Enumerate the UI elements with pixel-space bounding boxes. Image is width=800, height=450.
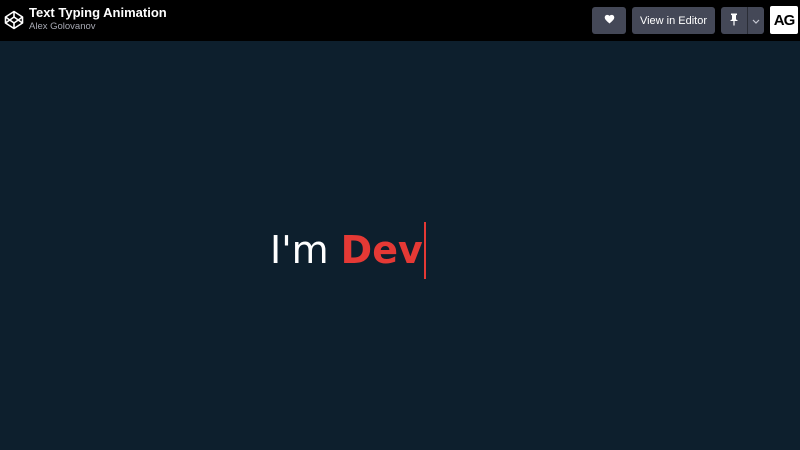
pen-title-block: Text Typing Animation Alex Golovanov <box>29 6 167 32</box>
codepen-logo-icon[interactable] <box>4 10 24 30</box>
pin-dropdown-button[interactable] <box>747 7 764 34</box>
pin-button[interactable] <box>721 7 747 34</box>
heart-button[interactable] <box>592 7 626 34</box>
pen-title[interactable]: Text Typing Animation <box>29 6 167 19</box>
view-in-editor-button[interactable]: View in Editor <box>632 7 715 34</box>
typing-cursor <box>423 221 426 279</box>
pen-author[interactable]: Alex Golovanov <box>29 22 167 32</box>
avatar[interactable]: AG <box>770 6 798 34</box>
pin-icon <box>729 13 739 29</box>
top-bar: Text Typing Animation Alex Golovanov Vie… <box>0 0 800 41</box>
chevron-down-icon <box>752 15 760 27</box>
static-text: I'm <box>270 228 329 272</box>
typing-text: I'm Dev <box>270 221 426 279</box>
heart-icon <box>604 14 615 27</box>
typed-text: Dev <box>340 228 423 272</box>
